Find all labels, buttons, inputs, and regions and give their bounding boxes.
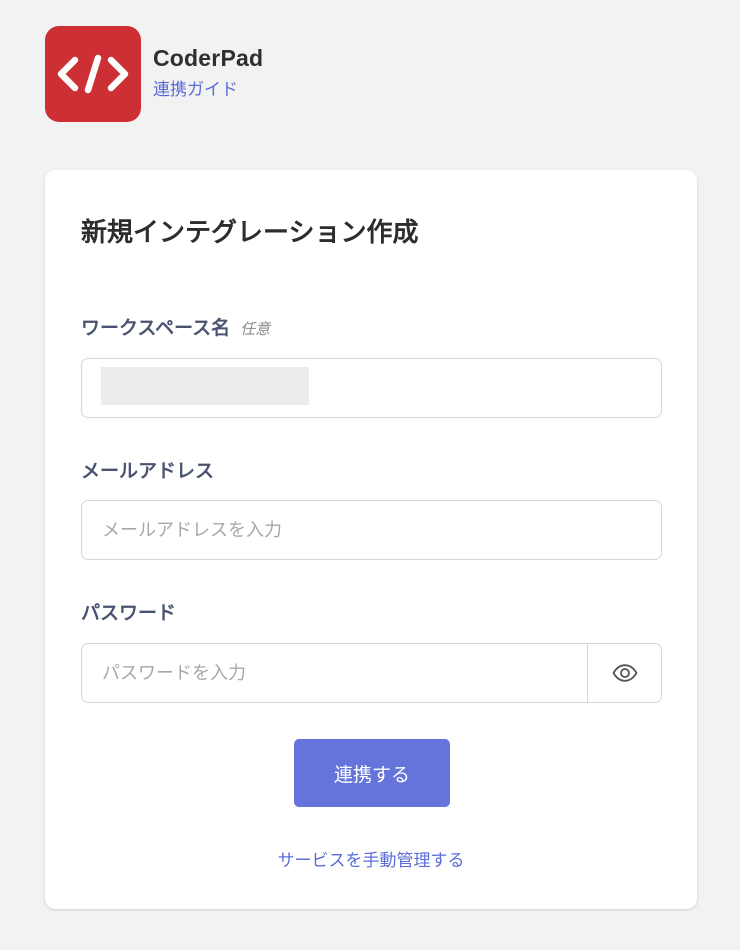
app-header: CoderPad 連携ガイド [45, 26, 263, 122]
workspace-name-label: ワークスペース名 任意 [81, 313, 270, 340]
redacted-value [101, 367, 309, 405]
workspace-name-field[interactable] [81, 358, 662, 418]
workspace-name-label-text: ワークスペース名 [81, 317, 231, 339]
password-input[interactable] [82, 644, 661, 702]
password-visibility-toggle[interactable] [587, 644, 661, 702]
email-label: メールアドレス [81, 460, 215, 482]
password-label: パスワード [81, 602, 177, 624]
optional-tag: 任意 [240, 320, 271, 338]
email-field[interactable] [81, 500, 662, 560]
email-input[interactable] [82, 501, 661, 559]
app-name: CoderPad [153, 44, 264, 71]
integration-form-card: 新規インテグレーション作成 ワークスペース名任意 メールアドレス パスワード 連… [45, 170, 697, 909]
connect-button[interactable]: 連携する [294, 739, 450, 807]
code-brackets-icon [57, 54, 129, 94]
form-title: 新規インテグレーション作成 [81, 218, 419, 248]
coderpad-logo [45, 26, 141, 122]
integration-guide-link[interactable]: 連携ガイド [153, 75, 263, 100]
password-field[interactable] [81, 643, 662, 703]
brand-block: CoderPad 連携ガイド [153, 45, 263, 100]
eye-icon [612, 664, 637, 682]
manage-service-manually-link[interactable]: サービスを手動管理する [45, 846, 697, 871]
